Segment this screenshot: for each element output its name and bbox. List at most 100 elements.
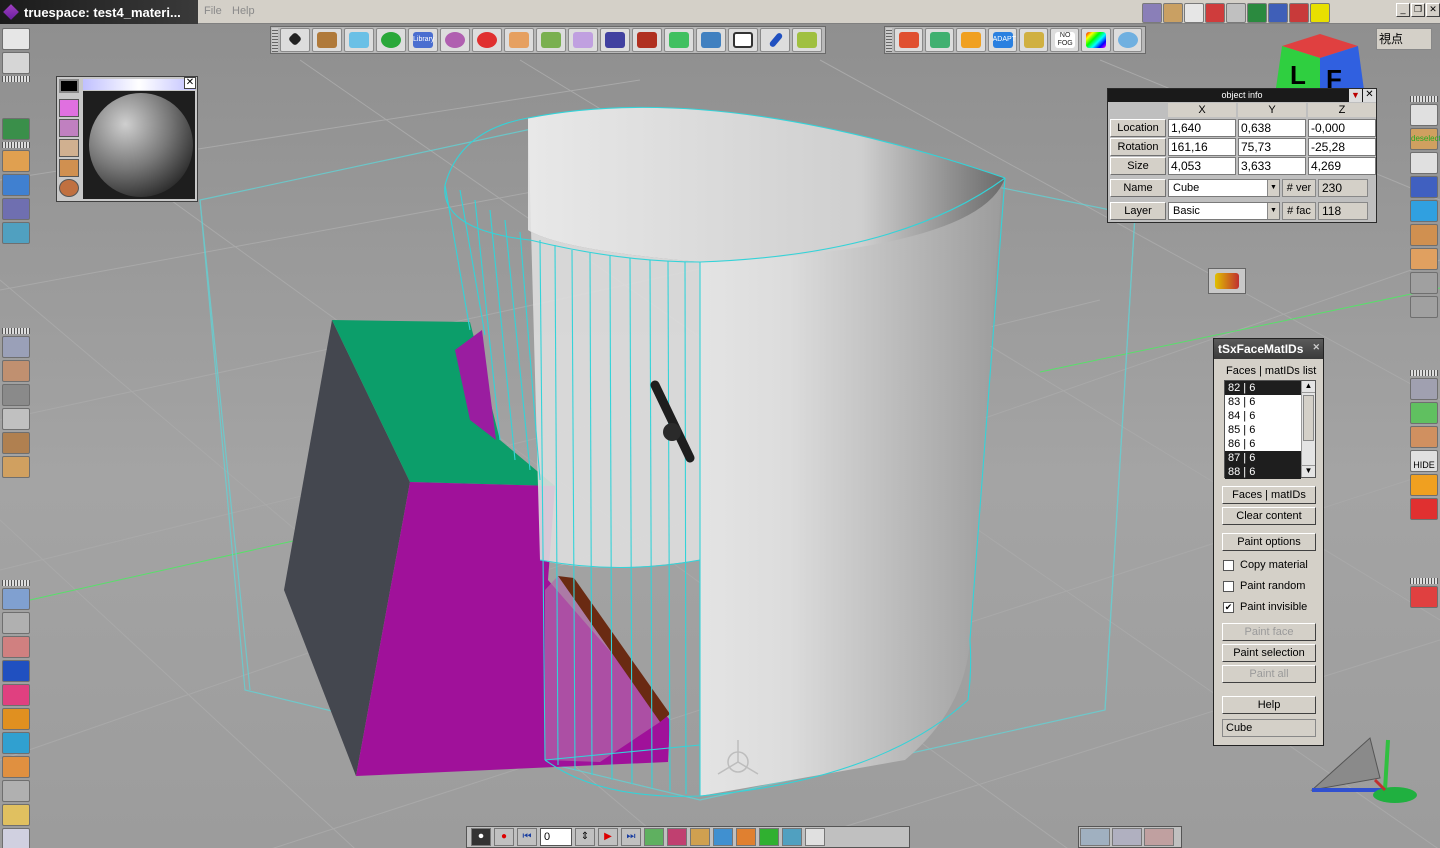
close-button[interactable]: ✕	[1426, 3, 1440, 17]
record-icon[interactable]: ●	[494, 828, 514, 846]
axis-tool[interactable]	[2, 408, 30, 430]
location-x-field[interactable]: 1,640	[1168, 119, 1236, 137]
triangle-tool[interactable]	[2, 660, 30, 682]
list-item[interactable]: 87 | 6	[1225, 451, 1301, 465]
color-picker-tool[interactable]	[1081, 28, 1111, 52]
house-tool[interactable]	[956, 28, 986, 52]
plane-tool[interactable]	[344, 28, 374, 52]
faces-matids-button[interactable]: Faces | matIDs	[1222, 486, 1316, 504]
size-y-field[interactable]: 3,633	[1238, 157, 1306, 175]
script-icon[interactable]	[690, 828, 710, 846]
list-item[interactable]: 86 | 6	[1225, 437, 1301, 451]
grid-view-icon[interactable]	[1410, 402, 1438, 424]
waves-tool[interactable]	[925, 28, 955, 52]
box-outline-tool[interactable]	[728, 28, 758, 52]
palette-tool[interactable]	[2, 150, 30, 172]
play-icon[interactable]: ▶	[598, 828, 618, 846]
menu-file[interactable]: File	[204, 5, 222, 17]
shader-sphere-icon[interactable]	[59, 179, 79, 197]
vgrip-r1[interactable]	[1410, 96, 1438, 102]
sheet-tool[interactable]	[696, 28, 726, 52]
navigate-zoom-icon[interactable]	[1144, 828, 1174, 846]
pencil-tool[interactable]	[1018, 28, 1049, 52]
menu-help[interactable]: Help	[232, 5, 255, 17]
group-tool[interactable]	[2, 432, 30, 454]
list-item[interactable]: 88 | 6	[1225, 465, 1301, 479]
workspace-icon[interactable]	[1268, 3, 1288, 23]
rotate-tool[interactable]	[2, 360, 30, 382]
paint-invisible-checkbox[interactable]: ✔	[1223, 601, 1234, 613]
pen-tool[interactable]	[760, 28, 790, 52]
material-tabs[interactable]	[83, 79, 195, 90]
chevron-down-icon[interactable]: ▼	[1267, 180, 1279, 196]
help-button[interactable]: Help	[1222, 696, 1316, 714]
toolbar-grip-2[interactable]	[886, 28, 892, 52]
deselect-button[interactable]: deselect	[1410, 128, 1440, 150]
rotate-view-icon[interactable]	[1410, 200, 1438, 222]
3d-text-tool[interactable]	[792, 28, 822, 52]
wrench-tool[interactable]	[2, 780, 30, 802]
color-blocks-tool[interactable]	[893, 28, 924, 52]
list-item[interactable]: 83 | 6	[1225, 395, 1301, 409]
layers-tool[interactable]	[2, 118, 30, 140]
network-icon[interactable]	[1226, 3, 1246, 23]
name-select[interactable]: Cube ▼	[1168, 179, 1280, 197]
no-fog-tool[interactable]: NO FOG	[1050, 28, 1080, 52]
copy-material-checkbox[interactable]	[1223, 559, 1234, 571]
material-sphere-tool[interactable]	[472, 28, 502, 52]
layer-select[interactable]: Basic ▼	[1168, 202, 1280, 220]
vgrip-r3[interactable]	[1410, 578, 1438, 584]
material-sphere-view[interactable]	[83, 91, 195, 199]
paint-selection-button[interactable]: Paint selection	[1222, 644, 1316, 662]
copy-material-option[interactable]: Copy material	[1223, 559, 1308, 571]
material-tool[interactable]	[2, 174, 30, 196]
box-tool[interactable]	[312, 28, 342, 52]
globe-tool[interactable]	[1112, 28, 1142, 52]
vgrip-1[interactable]	[2, 76, 30, 82]
chevron-down-icon[interactable]: ▼	[1267, 203, 1279, 219]
maximize-button[interactable]: ❐	[1411, 3, 1425, 17]
grid-icon[interactable]	[1247, 3, 1267, 23]
material-close-icon[interactable]: ✕	[184, 77, 196, 89]
pointer-icon[interactable]	[1410, 104, 1438, 126]
ring-tool[interactable]	[376, 28, 406, 52]
object-tool[interactable]	[280, 28, 310, 52]
package-tool[interactable]	[2, 756, 30, 778]
frame-stepper-icon[interactable]: ⇕	[575, 828, 595, 846]
material-preview-swatch[interactable]	[59, 79, 79, 93]
home-icon[interactable]	[1410, 272, 1438, 294]
link-icon[interactable]	[1410, 176, 1438, 198]
toolbar-grip[interactable]	[272, 28, 278, 52]
recycle-tool[interactable]	[2, 828, 30, 848]
paint-options-button[interactable]: Paint options	[1222, 533, 1316, 551]
paint-tool[interactable]	[2, 636, 30, 658]
parent-icon[interactable]	[1410, 296, 1438, 318]
radiation-icon[interactable]	[1310, 3, 1330, 23]
paint-invisible-option[interactable]: ✔ Paint invisible	[1223, 601, 1307, 613]
green-box-icon[interactable]	[759, 828, 779, 846]
vgrip-2[interactable]	[2, 142, 30, 148]
align-tool[interactable]	[2, 456, 30, 478]
close-scene-icon[interactable]	[1289, 3, 1309, 23]
clear-content-button[interactable]: Clear content	[1222, 507, 1316, 525]
window-icon[interactable]	[1184, 3, 1204, 23]
paint-face-button[interactable]: Paint face	[1222, 623, 1316, 641]
lock-icon[interactable]	[1410, 498, 1438, 520]
object-info-collapse-icon[interactable]: ▼	[1349, 89, 1362, 102]
render-object-tool[interactable]	[2, 588, 30, 610]
sphere-group-tool[interactable]	[440, 28, 470, 52]
cube-tool[interactable]	[536, 28, 566, 52]
paint-random-checkbox[interactable]	[1223, 580, 1234, 592]
faces-list[interactable]: 82 | 6 83 | 6 84 | 6 85 | 6 86 | 6 87 | …	[1224, 380, 1316, 479]
shader-transparency-icon[interactable]	[59, 159, 79, 177]
render-icon[interactable]	[1205, 3, 1225, 23]
stack-tool[interactable]	[600, 28, 630, 52]
location-y-field[interactable]: 0,638	[1238, 119, 1306, 137]
vgrip-4[interactable]	[2, 580, 30, 586]
move-tool[interactable]	[2, 336, 30, 358]
add-tool[interactable]	[2, 52, 30, 74]
library-tool[interactable]: Library	[408, 28, 438, 52]
timeline-icon[interactable]	[736, 828, 756, 846]
rotation-z-field[interactable]: -25,28	[1308, 138, 1376, 156]
delete-icon[interactable]	[1410, 586, 1438, 608]
